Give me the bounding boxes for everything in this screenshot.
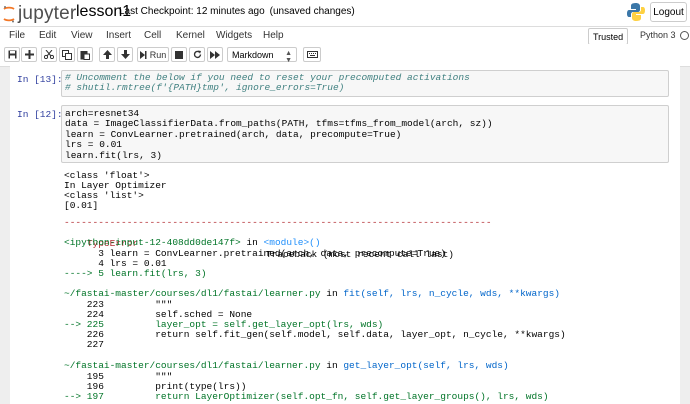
menu-cell[interactable]: Cell (144, 30, 161, 41)
code-cell-input[interactable]: # Uncomment the below if you need to res… (61, 70, 669, 97)
traceback-line: ----> 5 learn.fit(lrs, 3) (64, 268, 207, 279)
menubar: File Edit View Insert Cell Kernel Widget… (0, 26, 690, 45)
paste-icon (80, 50, 90, 60)
save-button[interactable] (4, 47, 20, 62)
menu-edit[interactable]: Edit (39, 30, 56, 41)
insert-cell-button[interactable] (21, 47, 37, 62)
toolbar: Run Markdown ▲▼ (0, 44, 690, 67)
frame-file: <ipython-input-12-408dd0de147f> (64, 237, 241, 248)
paste-button[interactable] (77, 47, 93, 62)
frame-file: ~/fastai-master/courses/dl1/fastai/learn… (64, 288, 321, 299)
restart-icon (193, 50, 202, 59)
frame-in: in (321, 360, 344, 371)
move-down-button[interactable] (117, 47, 133, 62)
stdout-line: [0.01] (64, 200, 98, 211)
interrupt-button[interactable] (171, 47, 187, 62)
frame-header: ~/fastai-master/courses/dl1/fastai/learn… (64, 360, 509, 371)
frame-header: <ipython-input-12-408dd0de147f> in <modu… (64, 237, 321, 248)
frame-file: ~/fastai-master/courses/dl1/fastai/learn… (64, 360, 321, 371)
keyboard-icon (307, 51, 318, 58)
jupyter-logo[interactable]: jupyter (3, 3, 76, 25)
traceback-line: 226 return self.fit_gen(self.model, self… (64, 329, 566, 340)
restart-run-all-button[interactable] (207, 47, 223, 62)
copy-button[interactable] (59, 47, 75, 62)
restart-button[interactable] (189, 47, 205, 62)
frame-in: in (241, 237, 264, 248)
python-logo-icon (626, 2, 646, 22)
input-prompt: In [12]: (17, 109, 63, 120)
menu-kernel[interactable]: Kernel (176, 30, 205, 41)
arrow-down-icon (121, 50, 130, 59)
checkpoint-text: Last Checkpoint: 12 minutes ago (119, 6, 265, 17)
arrow-up-icon (103, 50, 112, 59)
traceback-line: 227 (64, 339, 104, 350)
jupyter-logo-icon (3, 5, 15, 23)
notebook-container: In [13]: # Uncomment the below if you ne… (10, 66, 680, 404)
frame-func: <module>() (264, 237, 321, 248)
copy-icon (62, 50, 72, 60)
kernel-status-icon (680, 31, 689, 40)
frame-func: get_layer_opt(self, lrs, wds) (343, 360, 508, 371)
input-prompt: In [13]: (17, 74, 63, 85)
code-line: learn.fit(lrs, 3) (65, 151, 668, 161)
stop-icon (175, 51, 183, 59)
frame-in: in (321, 288, 344, 299)
menu-view[interactable]: View (71, 30, 93, 41)
run-button[interactable]: Run (137, 47, 169, 62)
logout-button[interactable]: Logout (650, 2, 687, 22)
cut-button[interactable] (41, 47, 57, 62)
kernel-name[interactable]: Python 3 (640, 30, 676, 40)
trusted-indicator[interactable]: Trusted (588, 28, 628, 45)
traceback-line: --> 197 return LayerOptimizer(self.opt_f… (64, 391, 549, 402)
save-icon (8, 50, 17, 59)
command-palette-button[interactable] (303, 47, 321, 62)
menu-file[interactable]: File (9, 30, 25, 41)
header: jupyter lesson1 Last Checkpoint: 12 minu… (0, 0, 690, 26)
frame-func: fit(self, lrs, n_cycle, wds, **kwargs) (343, 288, 560, 299)
checkpoint-status: Last Checkpoint: 12 minutes ago (unsaved … (119, 6, 355, 17)
menu-widgets[interactable]: Widgets (216, 30, 252, 41)
cut-icon (44, 50, 54, 59)
run-icon (140, 51, 148, 59)
unsaved-indicator: (unsaved changes) (270, 6, 355, 17)
code-line: learn = ConvLearner.pretrained(arch, dat… (65, 130, 668, 140)
menu-insert[interactable]: Insert (106, 30, 131, 41)
frame-header: ~/fastai-master/courses/dl1/fastai/learn… (64, 288, 560, 299)
menu-help[interactable]: Help (263, 30, 284, 41)
fast-forward-icon (210, 51, 220, 59)
code-line: # shutil.rmtree(f'{PATH}tmp', ignore_err… (65, 83, 668, 93)
move-up-button[interactable] (99, 47, 115, 62)
cell-type-select[interactable]: Markdown ▲▼ (227, 47, 297, 62)
plus-icon (25, 50, 34, 59)
app-name: jupyter (18, 3, 76, 25)
code-cell-input[interactable]: arch=resnet34 data = ImageClassifierData… (61, 105, 669, 163)
run-label: Run (150, 50, 167, 60)
chevron-updown-icon: ▲▼ (285, 50, 292, 64)
cell-type-value: Markdown (232, 50, 274, 60)
